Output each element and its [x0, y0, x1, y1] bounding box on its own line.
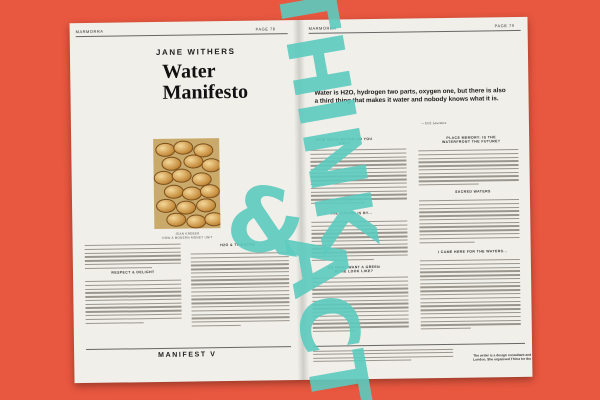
article-author: JANE WITHERS [155, 46, 236, 58]
body-column-4b [419, 198, 520, 246]
body-column-1 [84, 243, 181, 272]
left-page: MARMORRA PAGE 78 JANE WITHERS Water Mani… [70, 20, 304, 383]
subhead-came-here: I CAME HERE FOR THE WATERS... [437, 249, 508, 255]
coins-photo [153, 138, 221, 230]
pull-quote: Water is H2O, hydrogen two parts, oxygen… [314, 87, 506, 105]
right-page: MARMORRA PAGE 79 HOW MUCH WATER DO YOU E… [298, 17, 532, 380]
right-folio-page: PAGE 79 [494, 23, 515, 29]
left-folio-section: MARMORRA [75, 28, 104, 35]
body-column-4c [419, 258, 521, 332]
photo-caption: JEAN KREBER HOW A MODERN MONEY UNIT [157, 231, 217, 240]
right-folio-section: MARMORRA [308, 25, 337, 31]
left-header-rule [75, 33, 288, 37]
body-column-3c [312, 276, 409, 335]
pull-quote-credit: — D.H. Lawrence [420, 120, 447, 126]
caption-line-2: HOW A MODERN MONEY UNIT [162, 235, 213, 240]
magazine-spread: MARMORRA PAGE 78 JANE WITHERS Water Mani… [69, 16, 533, 384]
right-footer-rule [313, 342, 526, 347]
right-header-rule [308, 29, 521, 34]
manifest-footer: MANIFEST V [158, 351, 217, 360]
left-folio-page: PAGE 78 [255, 26, 276, 32]
body-column-2 [190, 252, 290, 329]
body-column-3b [311, 220, 408, 264]
subhead-how-much-water: HOW MUCH WATER DO YOU EAT? [315, 136, 373, 146]
body-column-1b [85, 279, 182, 327]
subhead-h2o: H2O & THIRSTER [220, 242, 256, 248]
subhead-respect: RESPECT & DELIGHT [111, 270, 155, 275]
title-line-2: Manifesto [162, 80, 249, 104]
body-column-3 [310, 148, 407, 207]
footnotes [313, 348, 454, 365]
left-footer-rule [86, 346, 292, 350]
subhead-green-home: SO WHAT WANT A GREEN HOME LOOK LIKE? [327, 264, 381, 274]
body-column-4 [418, 148, 519, 188]
subhead-place-memory: PLACE MEMORY: IS THE WATERFRONT THE FUTU… [441, 135, 501, 145]
subhead-future: THE FUTURE IS BY... [329, 211, 373, 216]
author-bio: The writer is a design consultant and cu… [473, 352, 532, 362]
subhead-sacred-waters: SACRED WATERS [455, 189, 491, 194]
title-line-1: Water [162, 60, 216, 83]
article-title: Water Manifesto [162, 60, 249, 104]
